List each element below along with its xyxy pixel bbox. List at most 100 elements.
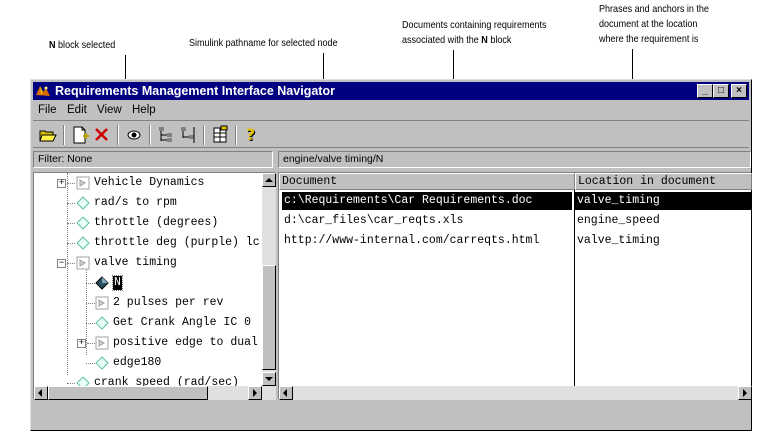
- tree-connector: [86, 283, 95, 284]
- navigator-window: Requirements Management Interface Naviga…: [30, 79, 752, 431]
- title-bar[interactable]: Requirements Management Interface Naviga…: [33, 82, 749, 100]
- callout-n-block-selected: N block selected: [49, 38, 115, 53]
- tree-content: + Vehicle Dynamics rad/s to rpm throttle…: [34, 173, 262, 386]
- subsystem-icon: [76, 256, 90, 270]
- column-header-location[interactable]: Location in document: [575, 173, 752, 190]
- block-icon: [76, 216, 90, 230]
- tree-item-label: crank speed (rad/sec): [94, 376, 239, 386]
- menu-file[interactable]: File: [38, 101, 57, 119]
- tree-connector: [67, 223, 75, 224]
- tree-connector: [86, 303, 95, 304]
- callout-simulink-pathname: Simulink pathname for selected node: [189, 36, 338, 51]
- maximize-button[interactable]: □: [713, 84, 729, 98]
- tree-connector: [67, 183, 75, 184]
- scroll-right-button[interactable]: [248, 386, 262, 400]
- block-icon: [76, 196, 90, 210]
- scroll-down-button[interactable]: [262, 372, 276, 386]
- svg-text:?: ?: [246, 125, 255, 144]
- filter-status: Filter: None: [33, 151, 273, 168]
- block-icon: [95, 356, 109, 370]
- tree-item-label: N: [112, 275, 123, 291]
- window-title: Requirements Management Interface Naviga…: [55, 84, 335, 98]
- app-logo-icon: [36, 86, 50, 96]
- column-header-document[interactable]: Document: [279, 173, 575, 190]
- path-status: engine/valve timing/N: [278, 151, 751, 168]
- subsystem-icon: [95, 336, 109, 350]
- tree-vertical-scrollbar[interactable]: [262, 173, 276, 386]
- tree-connector: [67, 203, 75, 204]
- menu-bar: File Edit View Help: [33, 101, 749, 119]
- new-document-icon[interactable]: [69, 124, 91, 146]
- menu-help[interactable]: Help: [132, 101, 156, 119]
- tree-item-label: Get Crank Angle IC 0: [113, 316, 252, 329]
- toolbar-separator: [149, 125, 151, 145]
- requirements-table: Document Location in document c:\Require…: [278, 172, 752, 400]
- scroll-left-button[interactable]: [279, 386, 293, 400]
- callout-documents-line2: associated with the N block: [402, 34, 512, 46]
- table-cell-document[interactable]: c:\Requirements\Car Requirements.doc: [282, 192, 572, 210]
- tree-horizontal-scrollbar[interactable]: [34, 386, 276, 400]
- table-cell-location[interactable]: engine_speed: [575, 212, 752, 230]
- scroll-right-button[interactable]: [738, 386, 752, 400]
- tree-item-label: rad/s to rpm: [94, 196, 177, 209]
- callout-anchors-line3: where the requirement is: [599, 33, 699, 45]
- help-icon[interactable]: ??: [241, 124, 263, 146]
- toolbar-separator: [203, 125, 205, 145]
- block-icon: [76, 236, 90, 250]
- tree-connector: [67, 263, 75, 264]
- callout-documents-line1: Documents containing requirements: [402, 19, 547, 31]
- selected-block-icon: [95, 276, 109, 290]
- tree-item-label: valve timing: [94, 256, 177, 269]
- callout-anchors-line2: document at the location: [599, 18, 698, 30]
- status-bar: [33, 401, 749, 428]
- scroll-thumb[interactable]: [48, 386, 208, 400]
- subsystem-icon: [76, 176, 90, 190]
- table-horizontal-scrollbar[interactable]: [279, 386, 752, 400]
- tree-item-label: 2 pulses per rev: [113, 296, 224, 309]
- grid-icon[interactable]: [209, 124, 231, 146]
- model-tree: + Vehicle Dynamics rad/s to rpm throttle…: [33, 172, 276, 400]
- toolbar: ??: [33, 120, 749, 148]
- close-button[interactable]: ×: [731, 84, 747, 98]
- block-icon: [76, 376, 90, 386]
- table-cell-document[interactable]: http://www-internal.com/carreqts.html: [282, 232, 572, 250]
- menu-view[interactable]: View: [97, 101, 122, 119]
- subsystem-icon: [95, 296, 109, 310]
- expand-toggle[interactable]: +: [57, 179, 66, 188]
- toolbar-separator: [63, 125, 65, 145]
- block-icon: [95, 316, 109, 330]
- toolbar-separator: [235, 125, 237, 145]
- tree-connector: [67, 383, 75, 384]
- collapse-toggle[interactable]: −: [57, 259, 66, 268]
- table-cell-location[interactable]: valve_timing: [575, 232, 752, 250]
- expand-toggle[interactable]: +: [77, 339, 86, 348]
- tree-item-label: positive edge to dual: [113, 336, 258, 349]
- tree-collapse-icon[interactable]: [177, 124, 199, 146]
- minimize-button[interactable]: _: [697, 84, 713, 98]
- filter-text: Filter: None: [38, 153, 93, 165]
- callout-documents: Documents containing requirements associ…: [402, 18, 547, 48]
- scroll-thumb[interactable]: [262, 265, 276, 370]
- toolbar-separator: [117, 125, 119, 145]
- tree-connector: [86, 363, 95, 364]
- tree-item-label: Vehicle Dynamics: [94, 176, 205, 189]
- delete-icon[interactable]: [91, 124, 113, 146]
- tree-connector: [67, 243, 75, 244]
- tree-connector: [86, 265, 87, 355]
- tree-item-label: edge180: [113, 356, 162, 369]
- tree-connector: [87, 343, 95, 344]
- view-eye-icon[interactable]: [123, 124, 145, 146]
- tree-connector: [86, 323, 95, 324]
- scroll-left-button[interactable]: [34, 386, 48, 400]
- tree-expand-icon[interactable]: [155, 124, 177, 146]
- table-cell-location[interactable]: valve_timing: [575, 192, 752, 210]
- callout-n-rest: block selected: [55, 39, 116, 51]
- table-cell-document[interactable]: d:\car_files\car_reqts.xls: [282, 212, 572, 230]
- menu-edit[interactable]: Edit: [67, 101, 87, 119]
- open-folder-icon[interactable]: [37, 124, 59, 146]
- callout-anchors: Phrases and anchors in the document at t…: [599, 2, 709, 47]
- tree-item-label: throttle (degrees): [94, 216, 219, 229]
- scroll-up-button[interactable]: [262, 173, 276, 187]
- callout-pathname-text: Simulink pathname for selected node: [189, 37, 338, 49]
- path-text: engine/valve timing/N: [283, 153, 384, 165]
